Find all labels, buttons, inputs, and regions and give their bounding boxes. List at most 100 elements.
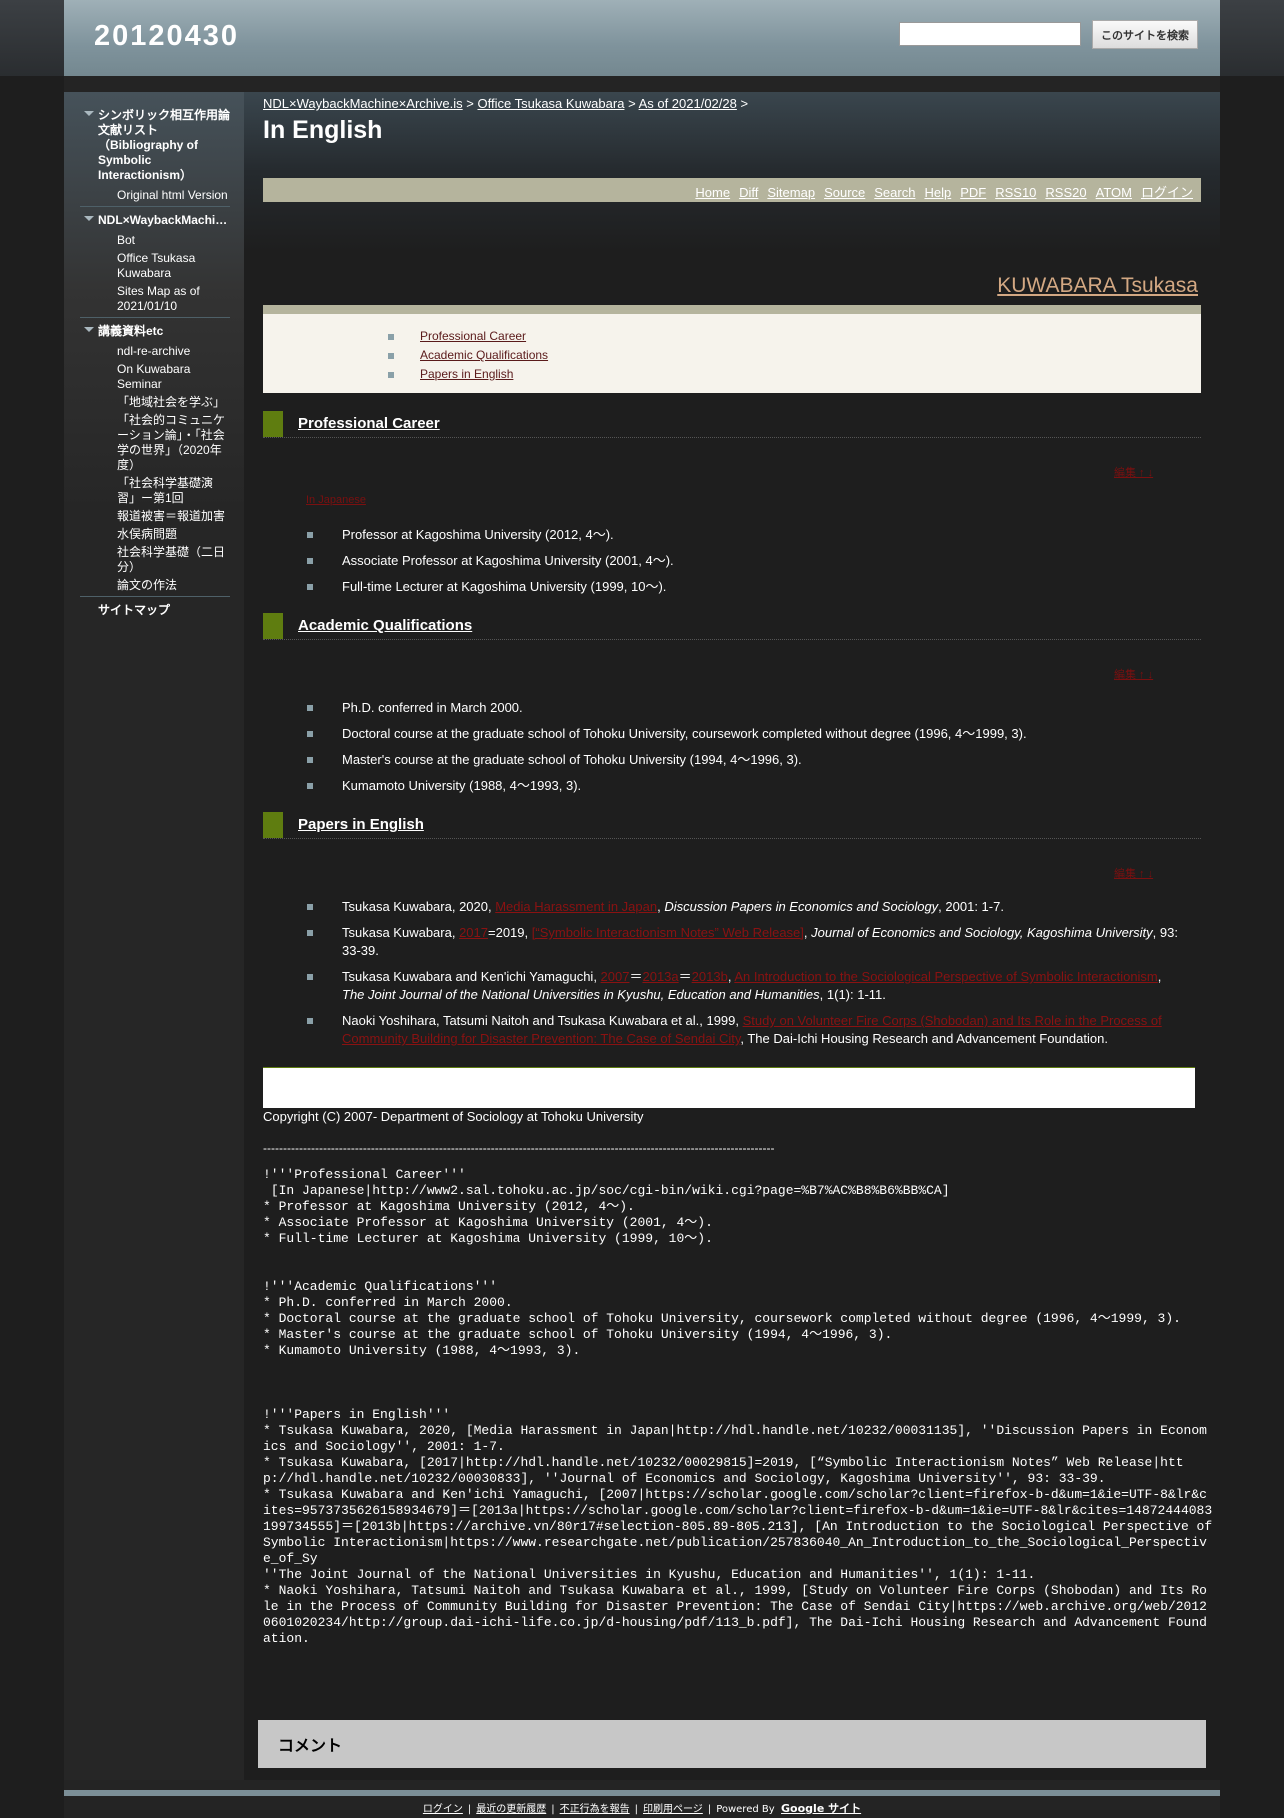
section-heading-career: Professional Career [263, 411, 1201, 438]
paper-text: Tsukasa Kuwabara, 2020, [342, 899, 496, 914]
sidebar-item-lecture[interactable]: 「社会科学基礎演習」ー第1回 [98, 474, 230, 507]
toolbar-diff-link[interactable]: Diff [739, 185, 758, 200]
paper-link[interactable]: 2007 [601, 969, 630, 984]
page-title: In English [263, 116, 383, 144]
sidebar-item-lecture[interactable]: 社会科学基礎（二日分） [98, 543, 230, 576]
list-item: Doctoral course at the graduate school o… [307, 725, 1187, 743]
toolbar-rss20-link[interactable]: RSS20 [1045, 185, 1086, 200]
sidebar-item-office[interactable]: Office Tsukasa Kuwabara [98, 249, 230, 282]
edit-link-qualifications[interactable]: 編集 ↑ ↓ [1114, 666, 1153, 682]
sidebar-item-bibliography[interactable]: シンボリック相互作用論文献リスト（Bibliography of Symboli… [98, 108, 230, 183]
site-footer: ログイン | 最近の更新履歴 | 不正行為を報告 | 印刷用ページ | Powered By G… [0, 1800, 1284, 1816]
career-list: Professor at Kagoshima University (2012,… [307, 526, 1187, 604]
footer-powered-by: Powered By [716, 1804, 775, 1815]
toolbar-home-link[interactable]: Home [695, 185, 730, 200]
sidebar-item-lecture[interactable]: ndl-re-archive [98, 342, 230, 360]
paper-link[interactable]: An Introduction to the Sociological Pers… [734, 969, 1157, 984]
list-item: Master's course at the graduate school o… [307, 751, 1187, 769]
toolbar-pdf-link[interactable]: PDF [960, 185, 986, 200]
footer-google-sites-label: Google サイト [781, 1802, 862, 1815]
paper-text: Tsukasa Kuwabara, [342, 925, 460, 940]
paper-text: , [1157, 969, 1162, 984]
sidebar-item-lecture[interactable]: 「社会的コミュニケーション論」・「社会学の世界」（2020年度） [98, 411, 230, 474]
footer-separator: | [707, 1804, 712, 1815]
list-item: Full-time Lecturer at Kagoshima Universi… [307, 578, 1187, 596]
breadcrumb-separator: > [740, 96, 749, 111]
sidebar-item-original-html[interactable]: Original html Version [98, 186, 230, 204]
content-footer-box [263, 1067, 1195, 1108]
site-title[interactable]: 20120430 [94, 20, 239, 53]
paper-link[interactable]: [“Symbolic Interactionism Notes” Web Rel… [532, 925, 804, 940]
edit-link-career[interactable]: 編集 ↑ ↓ [1114, 464, 1153, 480]
wiki-toolbar: Home Diff Sitemap Source Search Help PDF RSS10 R… [263, 178, 1201, 202]
toc-link-papers[interactable]: Papers in English [420, 367, 513, 381]
sidebar-group-sitemap: サイトマップ [80, 597, 230, 623]
paper-text: ＝ [629, 969, 643, 984]
sidebar-group-ndl: NDL×WaybackMachi… Bot Office Tsukasa Kuw… [80, 207, 230, 318]
divider-line: ----------------------------------------… [263, 1141, 775, 1155]
sidebar-group-lectures: 講義資料etc ndl-re-archive On Kuwabara Semin… [80, 318, 230, 597]
toolbar-sitemap-link[interactable]: Sitemap [767, 185, 815, 200]
sidebar-item-lecture[interactable]: 水俣病問題 [98, 525, 230, 543]
expand-arrow-icon[interactable] [84, 111, 94, 116]
sidebar-item-lecture[interactable]: 「地域社会を学ぶ」 [98, 393, 230, 411]
sidebar-item-lecture[interactable]: 論文の作法 [98, 576, 230, 594]
paper-text: , 2001: 1-7. [938, 899, 1004, 914]
list-item: Ph.D. conferred in March 2000. [307, 699, 1187, 717]
paper-text: Tsukasa Kuwabara and Ken'ichi Yamaguchi, [342, 969, 601, 984]
paper-link[interactable]: 2013b [692, 969, 728, 984]
sidebar: シンボリック相互作用論文献リスト（Bibliography of Symboli… [64, 92, 244, 1780]
footer-google-sites-link[interactable]: Google サイト [781, 1802, 862, 1815]
comment-section: コメント [258, 1720, 1206, 1768]
search-button[interactable]: このサイトを検索 [1092, 20, 1198, 49]
toolbar-source-link[interactable]: Source [824, 185, 865, 200]
footer-print-link[interactable]: 印刷用ページ [643, 1804, 703, 1815]
paper-link[interactable]: 2017 [459, 925, 488, 940]
breadcrumb-link-date[interactable]: As of 2021/02/28 [639, 96, 737, 111]
breadcrumb-separator: > [466, 96, 474, 111]
section-title-career[interactable]: Professional Career [298, 415, 440, 432]
section-title-qualifications[interactable]: Academic Qualifications [298, 617, 472, 634]
section-title-papers[interactable]: Papers in English [298, 816, 424, 833]
expand-arrow-icon[interactable] [84, 327, 94, 332]
author-name-link[interactable]: KUWABARA Tsukasa [997, 274, 1198, 298]
sidebar-item-bot[interactable]: Bot [98, 231, 230, 249]
toolbar-atom-link[interactable]: ATOM [1096, 185, 1132, 200]
copyright-text: Copyright (C) 2007- Department of Sociol… [263, 1109, 644, 1124]
sidebar-item-lectures[interactable]: 講義資料etc [98, 324, 230, 339]
footer-login-link[interactable]: ログイン [423, 1804, 463, 1815]
paper-text: ＝ [678, 969, 692, 984]
list-item: Naoki Yoshihara, Tatsumi Naitoh and Tsuk… [307, 1012, 1187, 1048]
toc-item: Papers in English [388, 365, 1201, 384]
paper-text: , 1(1): 1-11. [819, 987, 886, 1002]
section-heading-papers: Papers in English [263, 812, 1201, 839]
expand-arrow-icon[interactable] [84, 216, 94, 221]
footer-band [64, 1790, 1220, 1796]
paper-journal: The Joint Journal of the National Univer… [342, 987, 820, 1002]
toolbar-help-link[interactable]: Help [924, 185, 951, 200]
footer-recent-link[interactable]: 最近の更新履歴 [476, 1804, 546, 1815]
section-marker [263, 613, 283, 639]
toolbar-rss10-link[interactable]: RSS10 [995, 185, 1036, 200]
paper-link[interactable]: Media Harassment in Japan [495, 899, 657, 914]
breadcrumb-link-ndl[interactable]: NDL×WaybackMachine×Archive.is [263, 96, 463, 111]
toolbar-login-link[interactable]: ログイン [1141, 185, 1193, 200]
main-content: NDL×WaybackMachine×Archive.is > Office T… [244, 92, 1220, 1780]
sidebar-item-sitemap[interactable]: サイトマップ [98, 603, 230, 618]
toolbar-search-link[interactable]: Search [874, 185, 915, 200]
toc-link-career[interactable]: Professional Career [420, 329, 526, 343]
sidebar-item-sites-map[interactable]: Sites Map as of 2021/01/10 [98, 282, 230, 315]
footer-report-link[interactable]: 不正行為を報告 [560, 1804, 630, 1815]
in-japanese-link[interactable]: In Japanese [306, 494, 366, 506]
sidebar-item-lecture[interactable]: On Kuwabara Seminar [98, 360, 230, 393]
search-input[interactable] [899, 22, 1081, 46]
breadcrumb-link-office[interactable]: Office Tsukasa Kuwabara [478, 96, 625, 111]
toc-item: Professional Career [388, 327, 1201, 346]
paper-link[interactable]: 2013a [642, 969, 678, 984]
sidebar-item-lecture[interactable]: 報道被害＝報道加害 [98, 507, 230, 525]
toc-link-qualifications[interactable]: Academic Qualifications [420, 348, 548, 362]
footer-separator: | [634, 1804, 638, 1815]
footer-separator: | [467, 1804, 472, 1815]
sidebar-item-ndl[interactable]: NDL×WaybackMachi… [98, 213, 230, 228]
edit-link-papers[interactable]: 編集 ↑ ↓ [1114, 865, 1153, 881]
